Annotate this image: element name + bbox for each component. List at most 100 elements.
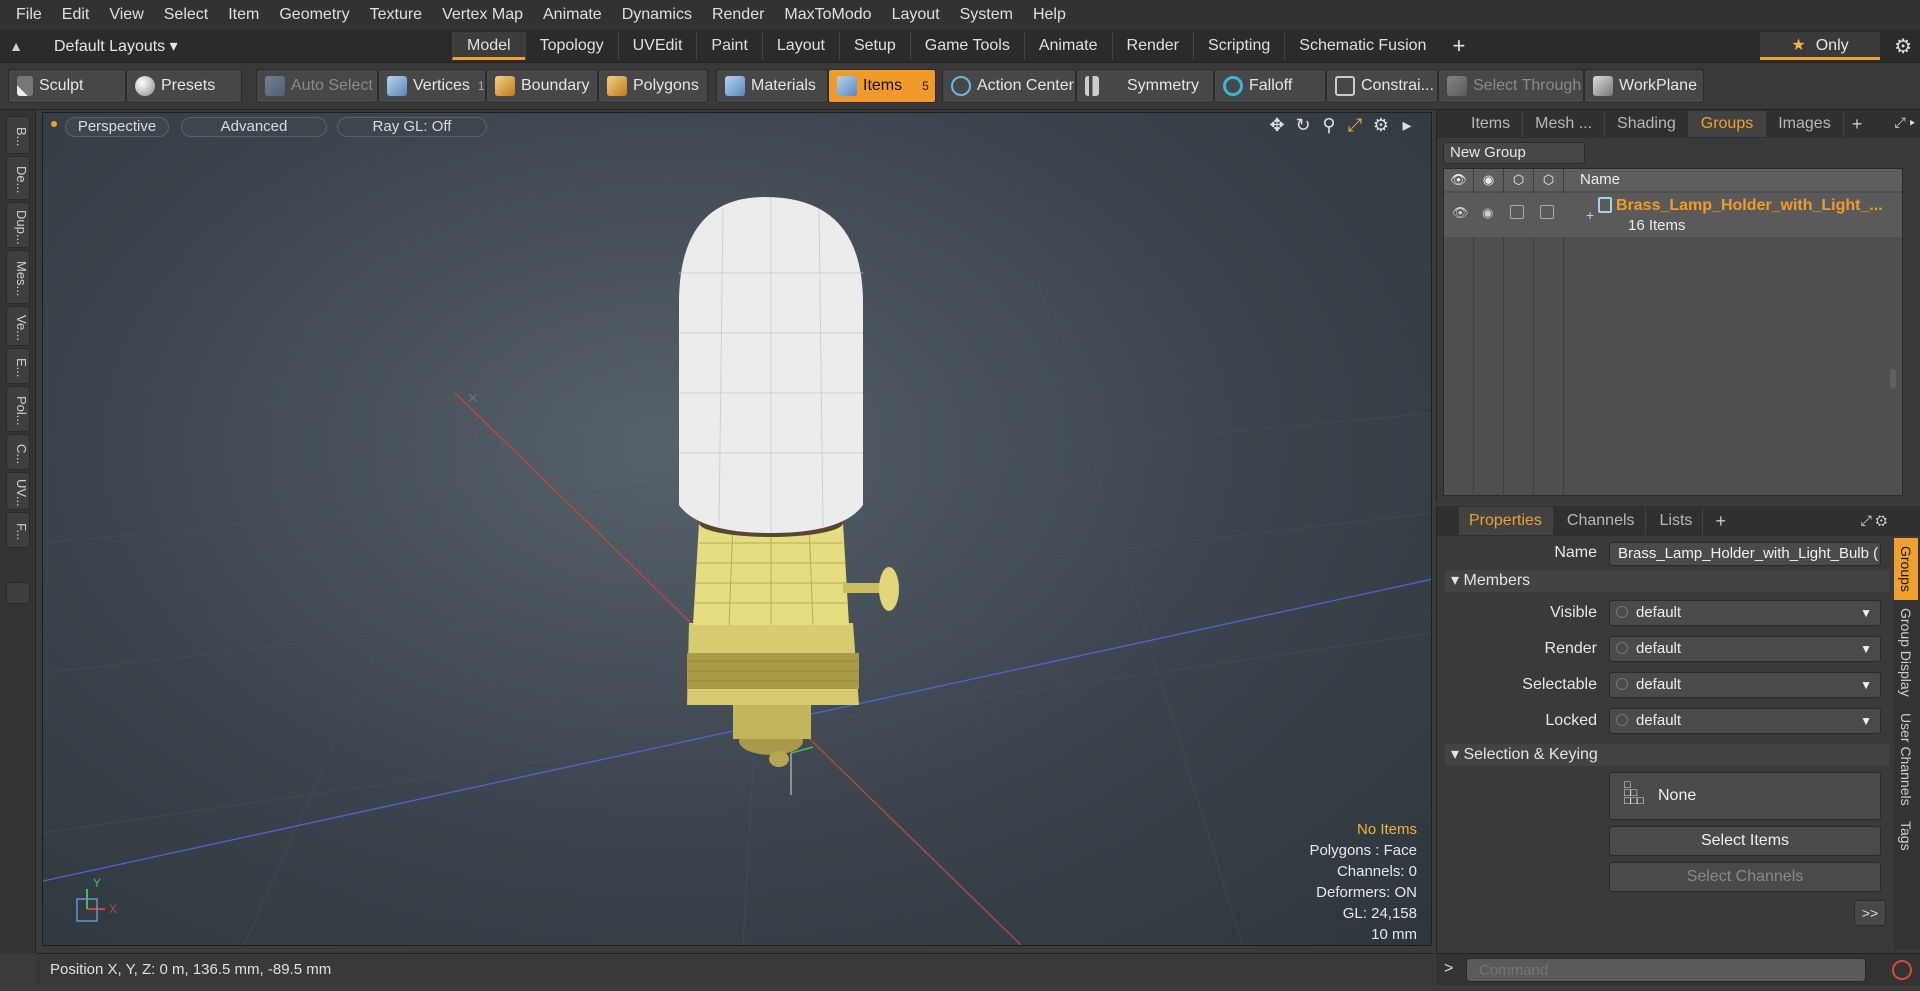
members-section[interactable]: ▾ Members [1445,570,1889,592]
tab-images[interactable]: Images [1766,111,1844,137]
rotate-view-icon[interactable]: ↻ [1293,115,1313,136]
left-tab-fusion[interactable]: F... [6,512,30,548]
action-center-button[interactable]: Action Center [942,69,1076,103]
gear-icon[interactable]: ⚙ [1894,34,1912,59]
group-name[interactable]: Brass_Lamp_Holder_with_Light_... [1616,197,1896,215]
boundary-button[interactable]: Boundary [486,69,598,103]
viewport-gear-icon[interactable]: ⚙ [1371,115,1391,136]
select-channels-button[interactable]: Select Channels [1609,862,1881,892]
add-tab-icon[interactable]: + [1440,33,1477,59]
falloff-button[interactable]: Falloff [1214,69,1326,103]
presets-button[interactable]: Presets [126,69,242,103]
tab-render[interactable]: Render [1111,32,1193,60]
vertices-button[interactable]: Vertices 1 [378,69,486,103]
locked-dropdown[interactable]: default ▼ [1609,708,1881,734]
render-dropdown[interactable]: default ▼ [1609,636,1881,662]
menu-layout[interactable]: Layout [882,0,950,30]
left-tab-uv[interactable]: UV... [6,472,30,510]
add-panel-tab-icon[interactable]: + [1844,114,1871,135]
left-tab-curve[interactable]: C... [6,434,30,470]
viewport-expand-icon[interactable]: ▸ [1397,115,1417,136]
left-tab-polygon[interactable]: Pol... [6,386,30,432]
layout-up-icon[interactable]: ▲ [0,38,32,54]
tab-items[interactable]: Items [1459,111,1524,137]
sculpt-button[interactable]: Sculpt [8,69,126,103]
panel-expand-icon[interactable]: ⤢ ▸ [1895,114,1916,131]
tab-scripting[interactable]: Scripting [1193,32,1284,60]
menu-select[interactable]: Select [154,0,218,30]
shading-mode-button[interactable]: Advanced [181,117,327,137]
expand-group-icon[interactable]: + [1586,207,1594,223]
view-mode-button[interactable]: Perspective [65,117,169,137]
name-field[interactable]: Brass_Lamp_Holder_with_Light_Bulb ( [1609,542,1881,566]
select-through-button[interactable]: Select Through [1438,69,1584,103]
command-input[interactable] [1466,958,1866,982]
selection-keying-section[interactable]: ▾ Selection & Keying [1445,744,1889,766]
tab-model[interactable]: Model [452,32,525,60]
tab-setup[interactable]: Setup [838,32,910,60]
auto-select-button[interactable]: Auto Select [256,69,378,103]
menu-item[interactable]: Item [218,0,269,30]
menu-render[interactable]: Render [702,0,774,30]
tab-animate[interactable]: Animate [1023,32,1112,60]
items-button[interactable]: Items 5 [828,69,936,103]
3d-viewport[interactable]: ✕ X Y Perspective Advanced Ray GL: Off ✥… [42,112,1432,946]
menu-geometry[interactable]: Geometry [269,0,359,30]
new-group-button[interactable]: New Group [1443,142,1585,164]
constraints-button[interactable]: Constrai... [1326,69,1438,103]
row-select-checkbox[interactable] [1540,205,1554,219]
group-list-scrollbar[interactable] [1890,369,1896,389]
menu-file[interactable]: File [6,0,52,30]
menu-dynamics[interactable]: Dynamics [612,0,702,30]
symmetry-button[interactable]: Symmetry [1076,69,1214,103]
record-icon[interactable] [1892,960,1912,980]
menu-vertex-map[interactable]: Vertex Map [432,0,533,30]
side-tab-groups[interactable]: Groups [1894,538,1918,600]
menu-animate[interactable]: Animate [533,0,612,30]
command-arrow-icon[interactable]: > [1444,960,1453,978]
materials-button[interactable]: Materials [716,69,828,103]
tab-paint[interactable]: Paint [696,32,761,60]
workplane-button[interactable]: WorkPlane [1584,69,1704,103]
maximize-icon[interactable]: ⤢ [1345,115,1365,136]
tab-layout[interactable]: Layout [761,32,839,60]
menu-system[interactable]: System [950,0,1023,30]
left-strip-toggle[interactable] [6,582,30,604]
tab-schematic-fusion[interactable]: Schematic Fusion [1284,32,1440,60]
tab-mesh[interactable]: Mesh ... [1523,111,1606,137]
tab-game-tools[interactable]: Game Tools [909,32,1024,60]
left-tab-duplicate[interactable]: Dup... [6,202,30,248]
polygons-button[interactable]: Polygons [598,69,708,103]
row-render-icon[interactable]: ◉ [1482,205,1493,221]
keying-none-button[interactable]: □ □□ □□□ None [1609,772,1881,820]
tab-topology[interactable]: Topology [524,32,618,60]
left-tab-basic[interactable]: B... [6,116,30,154]
only-button[interactable]: ★ Only [1760,32,1880,60]
tab-channels[interactable]: Channels [1557,507,1646,535]
select-items-button[interactable]: Select Items [1609,826,1881,856]
side-tab-tags[interactable]: Tags [1894,813,1918,859]
visible-dropdown[interactable]: default ▼ [1609,600,1881,626]
row-lock-checkbox[interactable] [1510,205,1524,219]
tab-properties[interactable]: Properties [1459,507,1553,535]
menu-view[interactable]: View [99,0,153,30]
viewport-dot-icon[interactable] [51,121,57,127]
selectable-dropdown[interactable]: default ▼ [1609,672,1881,698]
tab-uvedit[interactable]: UVEdit [617,32,697,60]
layout-select[interactable]: Default Layouts ▾ [32,36,452,56]
move-view-icon[interactable]: ✥ [1267,115,1287,136]
row-visibility-icon[interactable]: 👁 [1452,205,1469,221]
menu-help[interactable]: Help [1023,0,1076,30]
menu-texture[interactable]: Texture [360,0,432,30]
tab-groups[interactable]: Groups [1688,111,1767,137]
properties-expand-icon[interactable]: ⤢ ⚙ [1861,512,1887,529]
more-button[interactable]: >> [1854,900,1886,926]
menu-maxtomodo[interactable]: MaxToModo [774,0,881,30]
left-tab-vertex[interactable]: Ve... [6,306,30,346]
left-tab-mesh[interactable]: Mes... [6,250,30,304]
zoom-view-icon[interactable]: ⚲ [1319,115,1339,136]
tab-shading[interactable]: Shading [1605,111,1689,137]
side-tab-group-display[interactable]: Group Display [1894,600,1918,705]
add-properties-tab-icon[interactable]: + [1707,511,1734,532]
side-tab-user-channels[interactable]: User Channels [1894,705,1918,814]
